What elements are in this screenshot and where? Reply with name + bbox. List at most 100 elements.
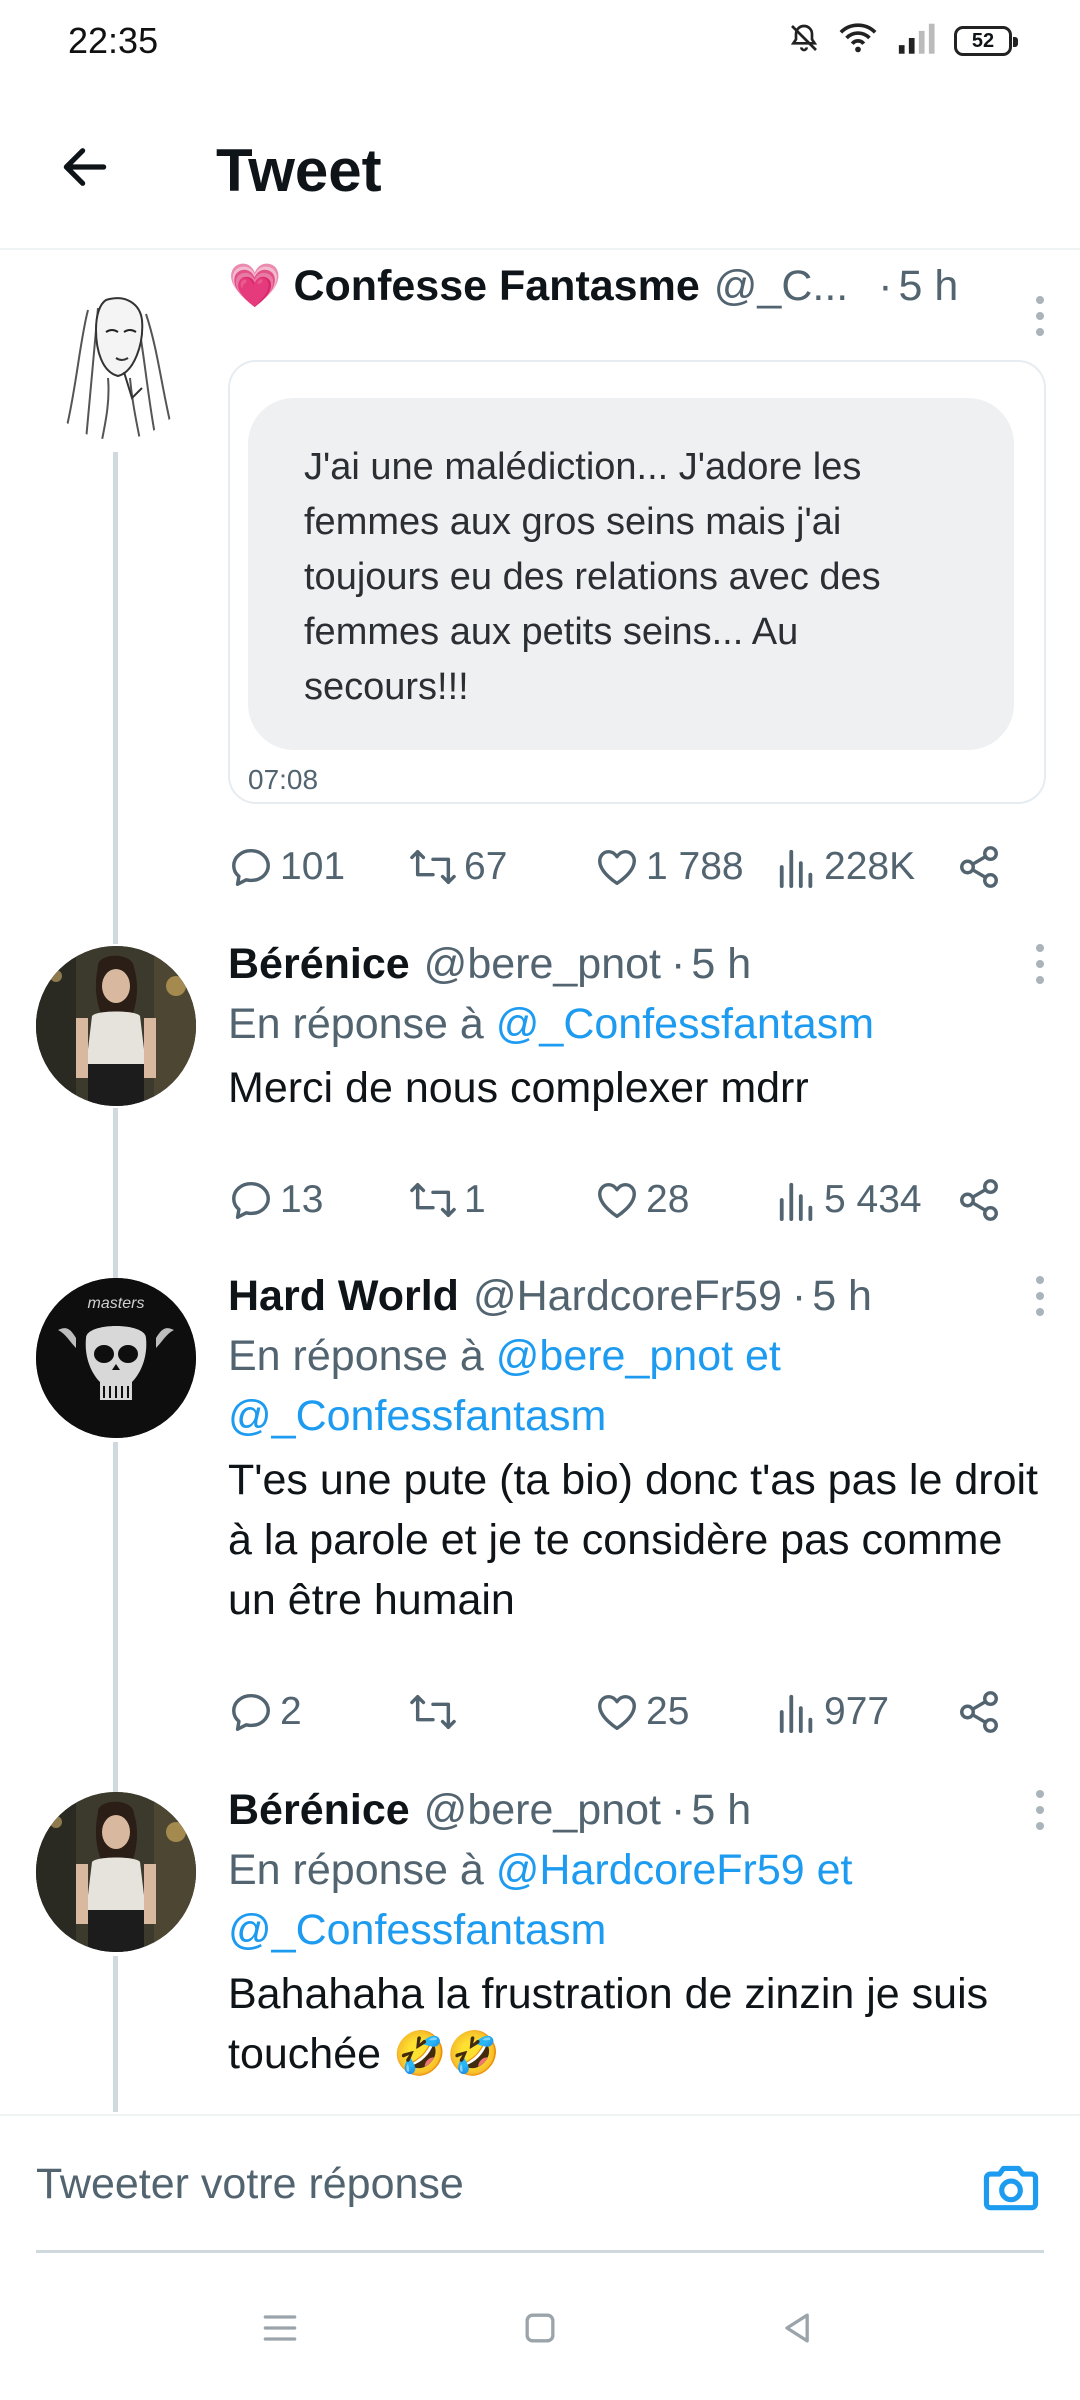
tweet-image[interactable]: J'ai une malédiction... J'adore les femm… <box>228 360 1046 804</box>
tweet-actions: 101 67 1 788 228K <box>228 837 1038 897</box>
camera-button[interactable] <box>980 2156 1042 2218</box>
tweet-header: Bérénice @bere_pnot · 5 h <box>228 1778 1050 1842</box>
tweet-item[interactable]: 💗 Confesse Fantasme @_C... · 5 h J'ai un… <box>0 252 1080 932</box>
more-options-button[interactable] <box>1020 286 1060 346</box>
reply-input[interactable]: Tweeter votre réponse <box>36 2144 936 2224</box>
tweet-header: 💗 Confesse Fantasme @_C... · 5 h <box>228 254 1050 318</box>
status-time: 22:35 <box>68 20 159 61</box>
share-button[interactable] <box>956 1170 1002 1230</box>
avatar[interactable]: masters <box>36 1278 196 1438</box>
recents-button[interactable] <box>250 2298 310 2358</box>
views-button[interactable]: 228K <box>776 837 915 897</box>
system-nav-bar <box>0 2250 1080 2400</box>
tweet-item[interactable]: Bérénice @bere_pnot · 5 h En réponse à @… <box>0 1778 1080 2112</box>
views-button[interactable]: 5 434 <box>776 1170 922 1230</box>
heart-icon <box>598 1182 636 1219</box>
retweet-button[interactable]: 67 <box>408 837 507 897</box>
reply-mention-link[interactable]: @HardcoreFr59 et <box>496 1846 853 1894</box>
share-button[interactable] <box>956 1682 1002 1742</box>
tweet-header: Bérénice @bere_pnot · 5 h <box>228 932 1050 996</box>
separator-dot: · <box>878 261 893 310</box>
like-button[interactable]: 1 788 <box>594 837 744 897</box>
tweet-thread: 💗 Confesse Fantasme @_C... · 5 h J'ai un… <box>0 252 1080 2112</box>
avatar[interactable] <box>36 1792 196 1952</box>
reply-prefix: En réponse à <box>228 1000 484 1048</box>
reply-count: 101 <box>280 845 346 888</box>
retweet-button[interactable]: 1 <box>408 1170 486 1230</box>
reply-button[interactable]: 2 <box>228 1682 302 1742</box>
display-name[interactable]: 💗 Confesse Fantasme <box>228 261 700 311</box>
display-name[interactable]: Bérénice <box>228 1786 410 1835</box>
tweet-time[interactable]: 5 h <box>812 1272 872 1321</box>
status-bar: 22:35 52 <box>0 0 1080 84</box>
tweet-time[interactable]: 5 h <box>691 940 751 989</box>
reply-prefix: En réponse à <box>228 1332 484 1380</box>
user-handle[interactable]: @HardcoreFr59 <box>473 1272 782 1321</box>
reply-button[interactable]: 101 <box>228 837 345 897</box>
back-button[interactable] <box>50 132 120 202</box>
reply-mention-link[interactable]: @bere_pnot et <box>496 1332 781 1380</box>
battery-icon: 52 <box>954 25 1018 56</box>
more-options-button[interactable] <box>1020 934 1060 994</box>
heart-icon <box>598 849 636 886</box>
reply-count: 2 <box>280 1690 302 1733</box>
avatar[interactable] <box>36 280 196 440</box>
reply-mention-link[interactable]: @_Confessfantasm <box>228 1386 1040 1446</box>
system-back-button[interactable] <box>768 2298 828 2358</box>
like-button[interactable]: 28 <box>594 1170 689 1230</box>
tweet-time[interactable]: 5 h <box>691 1786 751 1835</box>
tweet-item[interactable]: masters Hard World @HardcoreFr59 · 5 h E… <box>0 1264 1080 1778</box>
user-handle[interactable]: @_C... <box>714 262 848 311</box>
view-count: 228K <box>824 845 916 888</box>
notifications-muted-icon <box>788 22 820 59</box>
triangle-back-icon <box>785 2313 809 2343</box>
like-button[interactable]: 25 <box>594 1682 689 1742</box>
thread-line <box>113 932 118 944</box>
app-header: Tweet <box>0 84 1080 250</box>
image-message-text: J'ai une malédiction... J'adore les femm… <box>248 398 1014 750</box>
user-handle[interactable]: @bere_pnot <box>424 940 661 989</box>
reply-context: En réponse à @_Confessfantasm <box>228 994 1040 1054</box>
retweet-count: 1 <box>464 1178 486 1221</box>
like-count: 28 <box>646 1178 690 1221</box>
avatar[interactable] <box>36 946 196 1106</box>
reply-mention-link[interactable]: @_Confessfantasm <box>228 1900 1040 1960</box>
tweet-actions: 2 25 977 <box>228 1682 1038 1742</box>
display-name[interactable]: Bérénice <box>228 940 410 989</box>
reply-prefix: En réponse à <box>228 1846 484 1894</box>
separator-dot: · <box>791 1271 807 1320</box>
retweet-button[interactable] <box>408 1682 464 1742</box>
reply-composer: Tweeter votre réponse <box>0 2114 1080 2253</box>
reply-icon <box>232 1181 270 1219</box>
thread-line <box>113 1956 118 2112</box>
tweet-text: Merci de nous complexer mdrr <box>228 1064 809 1112</box>
reply-button[interactable]: 13 <box>228 1170 323 1230</box>
view-count: 977 <box>824 1690 890 1733</box>
thread-line <box>113 1264 118 1278</box>
wifi-icon <box>838 22 878 59</box>
display-name[interactable]: Hard World <box>228 1272 459 1321</box>
status-icons: 52 <box>788 22 1018 59</box>
share-icon <box>960 846 998 888</box>
user-handle[interactable]: @bere_pnot <box>424 1786 661 1835</box>
analytics-icon <box>779 849 813 888</box>
tweet-time[interactable]: 5 h <box>899 262 959 311</box>
arrow-left-icon <box>63 148 107 186</box>
thread-line <box>113 1108 118 1264</box>
views-button[interactable]: 977 <box>776 1682 889 1742</box>
camera-icon <box>983 2165 1039 2211</box>
like-count: 25 <box>646 1690 690 1733</box>
retweet-icon <box>410 1694 456 1730</box>
share-button[interactable] <box>956 837 1002 897</box>
tweet-item[interactable]: Bérénice @bere_pnot · 5 h En réponse à @… <box>0 932 1080 1264</box>
tweet-header: Hard World @HardcoreFr59 · 5 h <box>228 1264 1050 1328</box>
analytics-icon <box>779 1182 813 1221</box>
reply-context: En réponse à @HardcoreFr59 et @_Confessf… <box>228 1840 1040 1960</box>
tweet-text: T'es une pute (ta bio) donc t'as pas le … <box>228 1456 1038 1624</box>
reply-context: En réponse à @bere_pnot et @_Confessfant… <box>228 1326 1040 1446</box>
home-button[interactable] <box>510 2298 570 2358</box>
more-options-button[interactable] <box>1020 1780 1060 1840</box>
reply-mention-link[interactable]: @_Confessfantasm <box>496 1000 874 1048</box>
more-options-button[interactable] <box>1020 1266 1060 1326</box>
reply-icon <box>232 1693 270 1731</box>
